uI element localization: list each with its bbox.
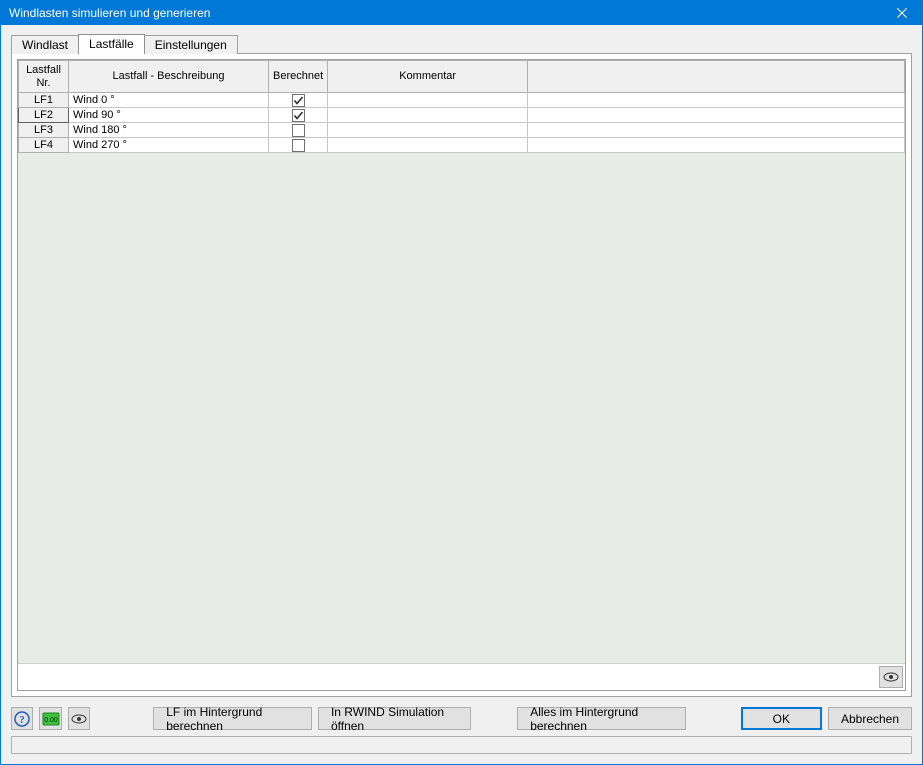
tab-einstellungen[interactable]: Einstellungen xyxy=(144,35,238,54)
cell-calculated[interactable] xyxy=(269,108,328,123)
cell-description[interactable]: Wind 270 ° xyxy=(69,138,269,153)
col-header-calc[interactable]: Berechnet xyxy=(269,61,328,93)
dialog-window: Windlasten simulieren und generieren Win… xyxy=(0,0,923,765)
help-button[interactable]: ? xyxy=(11,707,33,730)
tab-panel: Lastfall Nr. Lastfall - Beschreibung Ber… xyxy=(11,53,912,697)
close-button[interactable] xyxy=(882,1,922,25)
view-button[interactable] xyxy=(68,707,90,730)
tab-lastfaelle[interactable]: Lastfälle xyxy=(78,34,145,54)
table-row[interactable]: LF2Wind 90 ° xyxy=(19,108,905,123)
table-header-row: Lastfall Nr. Lastfall - Beschreibung Ber… xyxy=(19,61,905,93)
table-row[interactable]: LF3Wind 180 ° xyxy=(19,123,905,138)
row-header[interactable]: LF1 xyxy=(19,93,69,108)
eye-icon xyxy=(883,672,899,682)
table-row[interactable]: LF4Wind 270 ° xyxy=(19,138,905,153)
cell-calculated[interactable] xyxy=(269,93,328,108)
content-area: Windlast Lastfälle Einstellungen Lastfal… xyxy=(1,25,922,764)
eye-icon xyxy=(71,714,87,724)
cell-extra[interactable] xyxy=(528,108,905,123)
col-header-extra[interactable] xyxy=(528,61,905,93)
cell-calculated[interactable] xyxy=(269,138,328,153)
cancel-button[interactable]: Abbrechen xyxy=(828,707,912,730)
window-title: Windlasten simulieren und generieren xyxy=(9,6,882,20)
close-icon xyxy=(897,8,907,18)
cell-description[interactable]: Wind 180 ° xyxy=(69,123,269,138)
ok-button[interactable]: OK xyxy=(741,707,822,730)
svg-text:?: ? xyxy=(19,714,25,726)
grid-container: Lastfall Nr. Lastfall - Beschreibung Ber… xyxy=(17,59,906,691)
cell-extra[interactable] xyxy=(528,93,905,108)
cell-extra[interactable] xyxy=(528,123,905,138)
cell-description[interactable]: Wind 90 ° xyxy=(69,108,269,123)
row-header[interactable]: LF2 xyxy=(19,108,69,123)
loadcase-table[interactable]: Lastfall Nr. Lastfall - Beschreibung Ber… xyxy=(18,60,905,153)
cell-comment[interactable] xyxy=(328,108,528,123)
row-header[interactable]: LF4 xyxy=(19,138,69,153)
col-header-desc[interactable]: Lastfall - Beschreibung xyxy=(69,61,269,93)
cell-comment[interactable] xyxy=(328,93,528,108)
status-bar xyxy=(11,736,912,754)
cell-comment[interactable] xyxy=(328,123,528,138)
svg-text:0.00: 0.00 xyxy=(44,717,58,724)
row-header[interactable]: LF3 xyxy=(19,123,69,138)
open-rwind-button[interactable]: In RWIND Simulation öffnen xyxy=(318,707,471,730)
col-header-kom[interactable]: Kommentar xyxy=(328,61,528,93)
units-button[interactable]: 0.00 xyxy=(39,707,61,730)
help-icon: ? xyxy=(14,711,30,727)
cell-calculated[interactable] xyxy=(269,123,328,138)
lf-background-button[interactable]: LF im Hintergrund berechnen xyxy=(153,707,312,730)
titlebar: Windlasten simulieren und generieren xyxy=(1,1,922,25)
cell-description[interactable]: Wind 0 ° xyxy=(69,93,269,108)
grid-view-button[interactable] xyxy=(879,666,903,688)
grid-toolbar xyxy=(18,663,905,690)
checkbox-unchecked-icon xyxy=(292,124,305,137)
col-header-nr[interactable]: Lastfall Nr. xyxy=(19,61,69,93)
button-row: ? 0.00 LF im Hintergrund berechnen In RW… xyxy=(11,707,912,730)
tabstrip: Windlast Lastfälle Einstellungen xyxy=(11,33,912,53)
checkbox-checked-icon xyxy=(292,94,305,107)
checkbox-checked-icon xyxy=(292,109,305,122)
tab-windlast[interactable]: Windlast xyxy=(11,35,79,54)
checkbox-unchecked-icon xyxy=(292,139,305,152)
cell-comment[interactable] xyxy=(328,138,528,153)
table-row[interactable]: LF1Wind 0 ° xyxy=(19,93,905,108)
all-background-button[interactable]: Alles im Hintergrund berechnen xyxy=(517,707,686,730)
grid-empty-area xyxy=(18,153,905,663)
cell-extra[interactable] xyxy=(528,138,905,153)
units-icon: 0.00 xyxy=(42,712,60,726)
